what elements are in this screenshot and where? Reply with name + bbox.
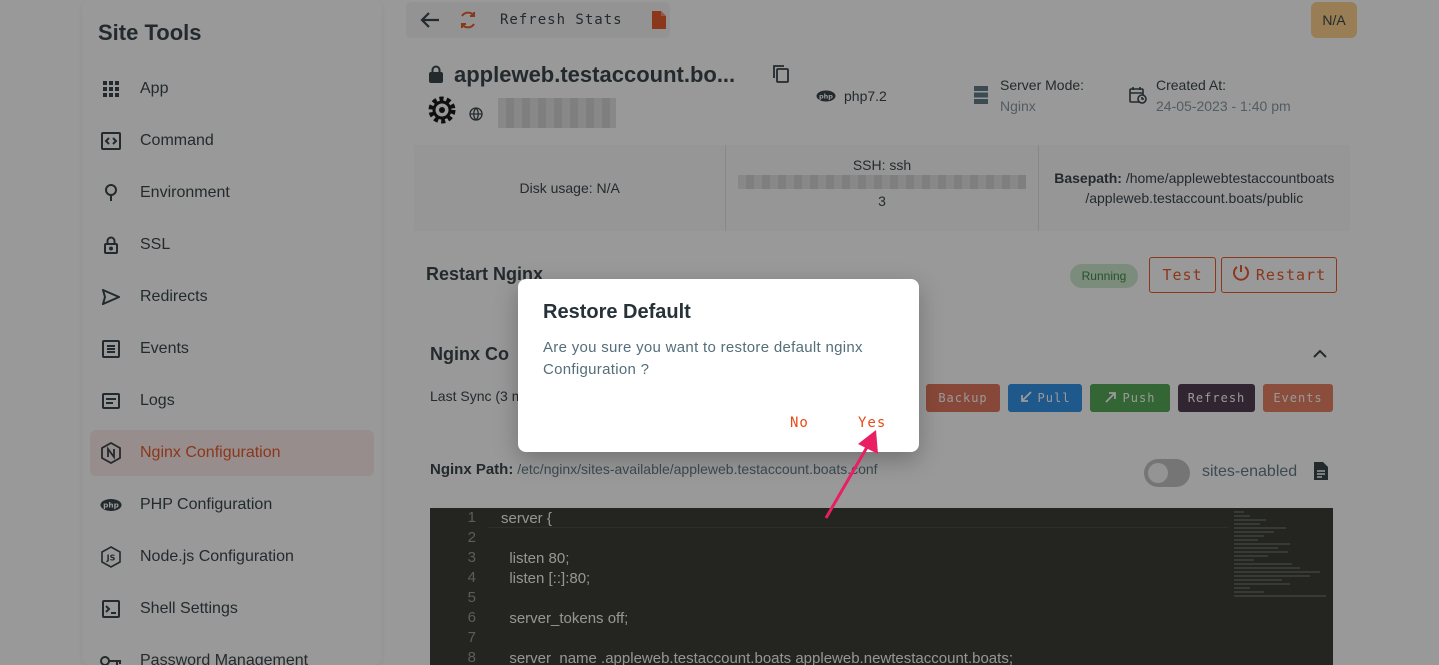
dialog-title: Restore Default xyxy=(543,301,691,323)
dialog-message: Are you sure you want to restore default… xyxy=(543,339,863,378)
no-button[interactable]: No xyxy=(790,415,809,431)
annotation-arrow-icon xyxy=(824,430,878,519)
